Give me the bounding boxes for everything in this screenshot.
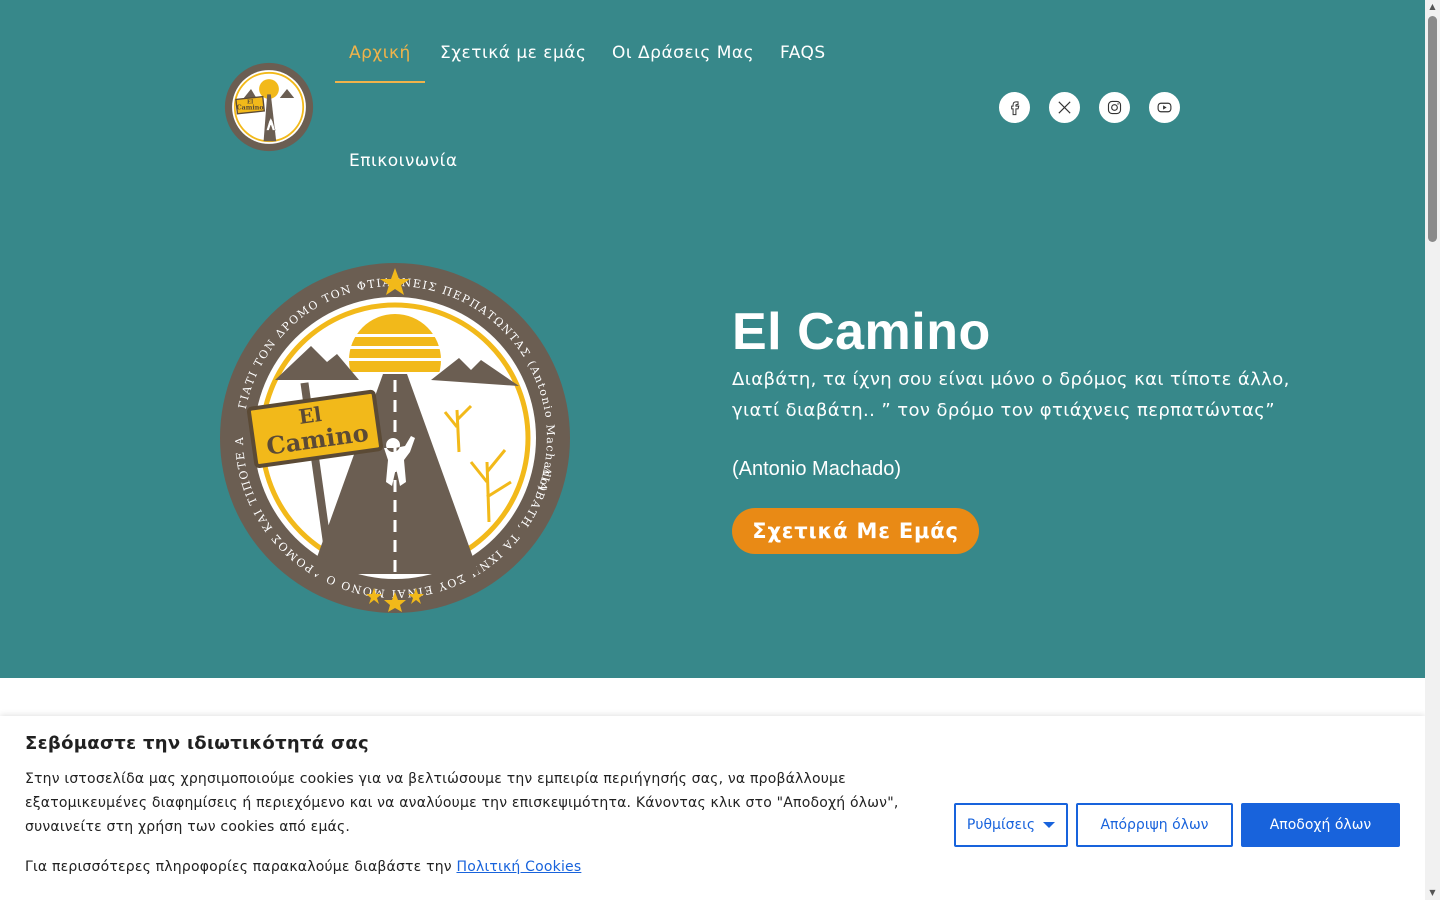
cookie-policy-link[interactable]: Πολιτική Cookies — [456, 859, 581, 875]
cookie-settings-button[interactable]: Ρυθμίσεις — [954, 803, 1068, 847]
reject-all-button[interactable]: Απόρριψη όλων — [1076, 803, 1233, 847]
nav-item-contact[interactable]: Επικοινωνία — [349, 151, 458, 171]
x-twitter-link[interactable] — [1049, 92, 1080, 123]
caret-down-icon — [1043, 822, 1056, 828]
youtube-icon — [1157, 102, 1172, 113]
el-camino-emblem: ΓΙΑΤΙ ΤΟΝ ΔΡΟΜΟ ΤΟΝ ΦΤΙΑΧΝΕΙΣ ΠΕΡΠΑΤΩΝΤΑ… — [219, 262, 570, 613]
instagram-link[interactable] — [1099, 92, 1130, 123]
accept-all-button[interactable]: Αποδοχή όλων — [1241, 803, 1400, 847]
hero-section — [0, 0, 1425, 678]
page-scrollbar[interactable]: ▲ ▼ — [1425, 0, 1440, 900]
instagram-icon — [1107, 100, 1122, 115]
cookie-title: Σεβόμαστε την ιδιωτικότητά σας — [25, 733, 369, 754]
nav-active-underline — [335, 81, 425, 83]
nav-item-faqs[interactable]: FAQS — [780, 43, 826, 63]
hero-title: El Camino — [732, 303, 991, 361]
nav-item-home[interactable]: Αρχική — [349, 43, 411, 63]
nav-item-actions[interactable]: Οι Δράσεις Μας — [612, 43, 754, 63]
facebook-link[interactable] — [999, 92, 1030, 123]
nav-item-about[interactable]: Σχετικά με εμάς — [440, 43, 586, 63]
cookie-description: Στην ιστοσελίδα μας χρησιμοποιούμε cooki… — [25, 771, 899, 835]
cookie-more-info: Για περισσότερες πληροφορίες παρακαλούμε… — [25, 859, 581, 875]
small-logo-sign-camino: Camino — [237, 105, 264, 112]
x-twitter-icon — [1058, 101, 1071, 114]
hero-quote: Διαβάτη, τα ίχνη σου είναι μόνο ο δρόμος… — [732, 369, 1290, 421]
cookie-more-prefix: Για περισσότερες πληροφορίες παρακαλούμε… — [25, 859, 457, 875]
scrollbar-thumb[interactable] — [1428, 16, 1437, 242]
cookie-consent-banner: Σεβόμαστε την ιδιωτικότητά σας Στην ιστο… — [0, 716, 1425, 900]
hero-quote-author: (Antonio Machado) — [732, 458, 901, 480]
youtube-link[interactable] — [1149, 92, 1180, 123]
cookie-settings-label: Ρυθμίσεις — [966, 817, 1036, 833]
site-logo[interactable]: El Camino — [224, 62, 314, 152]
facebook-icon — [1011, 101, 1020, 116]
scroll-down-arrow-icon[interactable]: ▼ — [1425, 886, 1440, 900]
scroll-up-arrow-icon[interactable]: ▲ — [1425, 0, 1440, 14]
about-us-button[interactable]: Σχετικά Με Εμάς — [732, 508, 979, 554]
